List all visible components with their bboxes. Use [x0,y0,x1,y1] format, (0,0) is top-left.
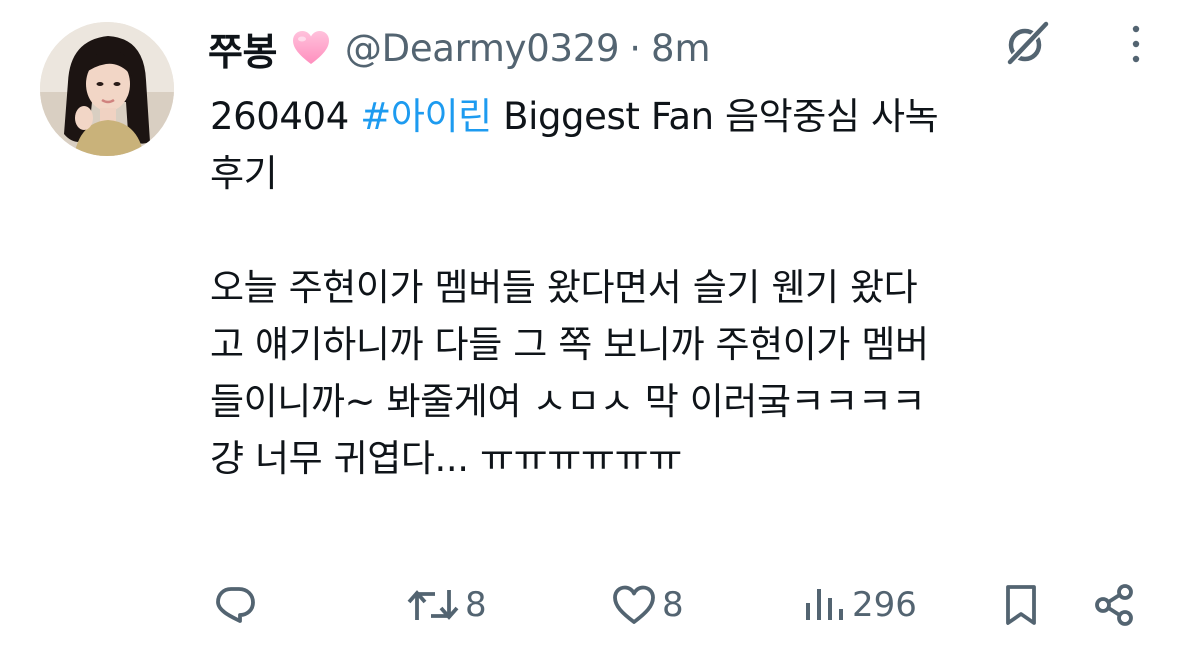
more-options-icon[interactable] [1108,16,1164,72]
share-icon [1095,584,1133,626]
like-count: 8 [662,585,684,625]
tweet-timestamp[interactable]: 8m [651,27,711,70]
views-icon [806,589,843,620]
avatar[interactable] [40,22,174,156]
bookmark-icon [1006,585,1036,625]
display-name[interactable]: 쭈봉 [208,21,277,76]
retweet-icon [407,590,459,620]
pink-heart-icon [291,28,331,68]
tweet-line: 후기 [210,152,278,195]
tweet-line: 오늘 주현이가 멤버들 왔다면서 슬기 웬기 왔다 [210,266,918,309]
views-count: 296 [852,585,917,625]
avatar-image [40,22,174,156]
reply-button[interactable] [212,575,262,635]
tweet-header: 쭈봉 @Dearmy0329 · 8m [208,20,711,76]
views-button[interactable]: 296 [802,575,917,635]
retweet-count: 8 [465,585,487,625]
share-button[interactable] [1092,575,1138,635]
retweet-button[interactable]: 8 [405,575,487,635]
like-button[interactable]: 8 [610,575,684,635]
tweet-card[interactable]: 쭈봉 @Dearmy0329 · 8m 260404 #아이린 Biggest … [0,0,1200,658]
tweet-title-text: Biggest Fan 음악중심 사녹 [491,95,939,138]
tweet-text: 260404 #아이린 Biggest Fan 음악중심 사녹 후기 오늘 주현… [210,88,1170,487]
user-handle[interactable]: @Dearmy0329 [345,27,620,70]
tweet-line: 들이니까~ 봐줄게여 ㅅㅁㅅ 막 이러궄ㅋㅋㅋㅋ [210,380,926,423]
tweet-line: 걍 너무 귀엽다... ㅠㅠㅠㅠㅠㅠ [210,437,682,480]
tweet-line: 고 얘기하니까 다들 그 쪽 보니까 주현이가 멤버 [210,323,929,366]
tweet-line: 260404 #아이린 Biggest Fan 음악중심 사녹 [210,88,1170,145]
grok-icon[interactable] [998,16,1054,72]
hashtag-link[interactable]: #아이린 [360,95,492,138]
action-bar: 8 8 296 [0,575,1200,635]
reply-icon [216,587,255,623]
header-separator: · [629,26,641,70]
bookmark-button[interactable] [998,575,1044,635]
tweet-date-text: 260404 [210,95,361,138]
heart-icon [613,585,655,624]
